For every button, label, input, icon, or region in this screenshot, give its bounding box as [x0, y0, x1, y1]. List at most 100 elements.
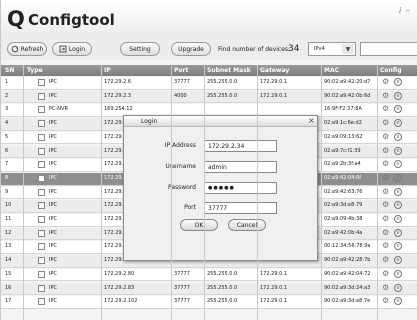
cell-mac: 90:02:a9:42:04:72 [324, 270, 371, 277]
web-icon[interactable]: e [394, 91, 402, 100]
gear-icon[interactable]: ⚙ [382, 215, 390, 223]
setting-button[interactable]: Setting [120, 42, 160, 56]
cell-ip: 172.29.2.102 [104, 298, 138, 305]
gear-icon[interactable]: ⚙ [382, 201, 390, 209]
gear-icon[interactable]: ⚙ [382, 91, 390, 100]
toolbar: Refresh Login Setting Upgrade Find numbe… [1, 38, 417, 60]
cell-mac: 02:a9:3d:e8:79 [324, 202, 363, 209]
cell-port: 37777 [174, 298, 190, 305]
web-icon[interactable]: e [394, 269, 402, 278]
cell-mac: 02:a9:7c:f1:39 [324, 147, 361, 154]
cell-type: IPC [49, 92, 57, 99]
login-label: Login [68, 45, 86, 53]
login-dialog: Login × IP Address 172.29.2.34 Username … [123, 115, 318, 261]
cell-sn: 6 [5, 147, 9, 154]
cell-type: IPC [49, 161, 57, 168]
camera-icon [38, 216, 45, 223]
web-icon[interactable]: e [394, 132, 402, 141]
web-icon[interactable]: e [394, 187, 402, 196]
web-icon[interactable]: e [394, 119, 402, 128]
web-icon[interactable]: e [394, 297, 402, 306]
gear-icon[interactable]: ⚙ [382, 78, 390, 86]
cell-mac: 02:a9:09:4b:38 [324, 216, 363, 222]
chevron-down-icon[interactable]: ▼ [342, 44, 354, 54]
col-port[interactable]: Port [174, 67, 188, 74]
gear-icon[interactable]: ⚙ [382, 242, 390, 250]
column-divider [171, 65, 172, 320]
ip-address-field[interactable]: 172.29.2.34 [204, 140, 277, 152]
col-config[interactable]: Config [380, 67, 402, 74]
web-icon[interactable]: e [394, 242, 402, 251]
ip-version-select[interactable]: IPv4 ▼ [308, 42, 356, 56]
cell-type: IPC [49, 284, 57, 291]
gear-icon[interactable]: ⚙ [382, 269, 390, 278]
web-icon[interactable]: e [394, 105, 402, 114]
cell-type: IPC [49, 79, 57, 85]
gear-icon[interactable]: ⚙ [382, 119, 390, 127]
password-field[interactable]: ●●●●● [204, 182, 277, 194]
web-icon[interactable]: e [394, 283, 402, 292]
cell-type: IPC [49, 229, 57, 236]
cell-gateway: 172.29.0.1 [260, 79, 288, 85]
gear-icon[interactable]: ⚙ [382, 173, 390, 182]
info-icon[interactable]: i [399, 6, 401, 15]
cancel-button[interactable]: Cancel [228, 219, 266, 231]
cell-type: IPC [49, 298, 57, 305]
table-row[interactable]: 15 IPC 172.29.2.80 37777 255.255.0.0 172.29.0… [1, 268, 417, 282]
table-row[interactable]: 1 IPC 172.29.2.6 37777 255.255.0.0 172.29.0.1… [1, 77, 417, 90]
table-row[interactable]: 16 IPC 172.29.2.83 37777 255.255.0.0 172.29.0… [1, 282, 417, 296]
table-row[interactable]: 17 IPC 172.29.2.102 37777 255.255.0.0 172.29.… [1, 296, 417, 309]
col-mask[interactable]: Subnet Mask [207, 67, 251, 74]
gear-icon[interactable]: ⚙ [382, 160, 390, 168]
web-icon[interactable]: e [394, 201, 402, 210]
device-count-label: Find number of devices: [218, 46, 291, 53]
cell-mac: 00:12:34:56:78:9a [324, 243, 371, 250]
upgrade-label: Upgrade [178, 45, 204, 53]
cell-mac: 90:02:a9:42:28:7b [324, 257, 371, 264]
column-divider [204, 65, 205, 320]
gear-icon[interactable]: ⚙ [382, 283, 390, 292]
ip-version-value: IPv4 [314, 46, 325, 52]
table-row[interactable]: 2 IPC 172.29.2.3 4000 255.255.0.0 172.29.0.1 9… [1, 90, 417, 104]
ok-button[interactable]: OK [180, 219, 218, 231]
refresh-label: Refresh [20, 45, 44, 53]
web-icon[interactable]: e [394, 173, 402, 182]
web-icon[interactable]: e [394, 228, 402, 237]
web-icon[interactable]: e [394, 256, 402, 265]
upgrade-button[interactable]: Upgrade [171, 42, 211, 56]
login-button[interactable]: Login [52, 42, 92, 56]
gear-icon[interactable]: ⚙ [382, 228, 390, 237]
cell-ip: 169.254.12 [104, 106, 133, 113]
gear-icon[interactable]: ⚙ [382, 187, 390, 196]
close-icon[interactable]: × [308, 116, 315, 125]
col-sn[interactable]: SN [5, 67, 14, 74]
web-icon[interactable]: e [394, 78, 402, 86]
gear-icon[interactable]: ⚙ [382, 105, 390, 113]
cell-type: IPC [49, 202, 57, 209]
username-field[interactable]: admin [204, 161, 277, 173]
search-input[interactable] [360, 42, 417, 56]
port-field[interactable]: 37777 [204, 202, 277, 214]
gear-icon[interactable]: ⚙ [382, 146, 390, 155]
gear-icon[interactable]: ⚙ [382, 256, 390, 264]
col-type[interactable]: Type [27, 67, 43, 74]
web-icon[interactable]: e [394, 215, 402, 223]
col-mac[interactable]: MAC [324, 67, 339, 74]
camera-icon [38, 174, 45, 182]
web-icon[interactable]: e [394, 146, 402, 155]
camera-icon [38, 92, 45, 100]
cell-ip: 172.29.2.83 [104, 284, 135, 291]
camera-icon [38, 133, 45, 141]
col-gateway[interactable]: Gateway [260, 67, 289, 74]
refresh-button[interactable]: Refresh [7, 42, 47, 56]
gear-icon[interactable]: ⚙ [382, 297, 390, 305]
gear-icon[interactable]: ⚙ [382, 132, 390, 141]
cell-sn: 12 [5, 229, 12, 236]
web-icon[interactable]: e [394, 160, 402, 169]
col-ip[interactable]: IP [104, 67, 111, 74]
cell-sn: 11 [5, 216, 12, 222]
minimize-button[interactable]: – [406, 6, 410, 15]
cell-ip: 172.29.2.3 [104, 92, 132, 99]
cell-sn: 1 [5, 79, 9, 85]
cell-mask: 255.255.0.0 [207, 92, 238, 99]
